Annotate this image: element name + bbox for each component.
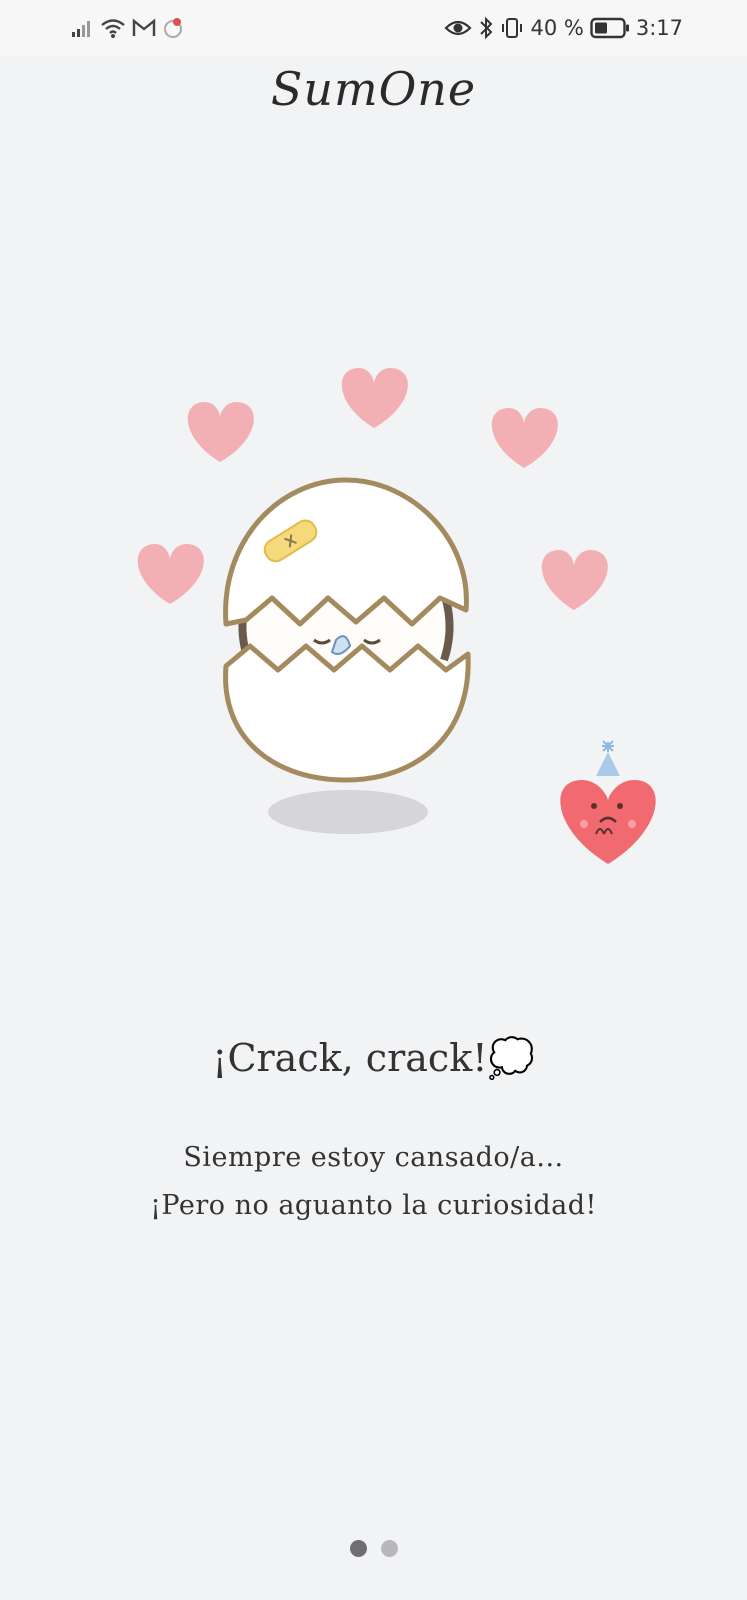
gmail-icon [132, 18, 156, 36]
heart-icon [137, 544, 204, 604]
description-line: Siempre estoy cansado/a... [183, 1142, 564, 1173]
battery-icon [590, 17, 629, 39]
wifi-icon [101, 19, 125, 38]
status-left-icons [70, 14, 184, 42]
onboarding-illustration [137, 368, 656, 864]
battery-percent: 40 % [530, 16, 584, 40]
app-logo-title: SumOne [270, 62, 477, 116]
notification-icon [164, 18, 182, 38]
status-bar: 40 % 3:17 [0, 0, 747, 56]
page-dot-active[interactable] [349, 1540, 367, 1557]
heart-icon [187, 402, 254, 462]
page-indicator [0, 1540, 747, 1557]
bluetooth-icon [480, 16, 493, 40]
egg-shadow [268, 790, 428, 834]
description-line: ¡Pero no aguanto la curiosidad! [150, 1190, 597, 1221]
status-time: 3:17 [635, 16, 683, 40]
status-right-icons: 40 % 3:17 [444, 14, 683, 42]
cracked-egg-character [223, 477, 471, 783]
sad-heart-character [560, 740, 656, 864]
vibrate-icon [502, 18, 523, 38]
description: Siempre estoy cansado/a... ¡Pero no agua… [0, 1134, 747, 1230]
heart-icon [491, 408, 558, 468]
eye-icon [444, 20, 473, 36]
heart-icon [341, 368, 408, 428]
page-dot[interactable] [380, 1540, 398, 1557]
heart-icon [541, 550, 608, 610]
signal-icon [72, 21, 90, 37]
headline: ¡Crack, crack!💭 [212, 1036, 535, 1080]
